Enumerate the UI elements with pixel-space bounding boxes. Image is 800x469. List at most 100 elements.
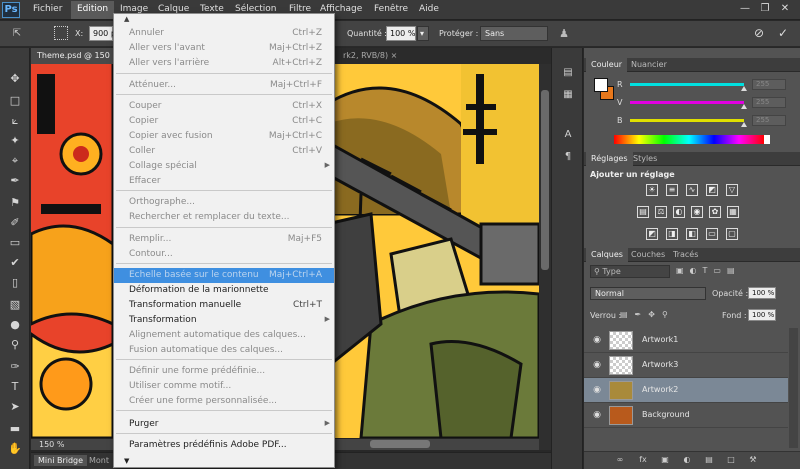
menu-item[interactable]: Annuler Ctrl+Z bbox=[114, 26, 334, 41]
tab-reglages[interactable]: Réglages bbox=[586, 152, 633, 166]
curves-icon[interactable]: ∿ bbox=[686, 184, 698, 196]
dodge-tool-icon[interactable]: ⚲ bbox=[5, 336, 25, 354]
channel-slider[interactable] bbox=[630, 119, 744, 122]
eyedropper-icon[interactable]: ✒ bbox=[5, 172, 25, 190]
menu-item[interactable]: Aller vers l'avant Maj+Ctrl+Z bbox=[114, 41, 334, 56]
new-group-icon[interactable]: ▤ bbox=[704, 455, 714, 465]
tab-couches[interactable]: Couches bbox=[626, 248, 670, 262]
menu-item[interactable]: Atténuer... Maj+Ctrl+F bbox=[114, 78, 334, 93]
new-layer-icon[interactable]: □ bbox=[726, 455, 736, 465]
menu-item[interactable]: Coller Ctrl+V bbox=[114, 144, 334, 159]
channel-value-field[interactable]: 255 bbox=[752, 79, 786, 90]
pen-tool-icon[interactable]: ✑ bbox=[5, 358, 25, 376]
vertical-scroll-thumb[interactable] bbox=[541, 90, 549, 270]
menu-item[interactable]: Copier Ctrl+C bbox=[114, 114, 334, 129]
layer-style-icon[interactable]: fx bbox=[638, 455, 648, 465]
menu-edition[interactable]: Edition bbox=[71, 1, 115, 19]
visibility-eye-icon[interactable]: ◉ bbox=[591, 410, 603, 420]
blend-mode-select[interactable]: Normal bbox=[590, 287, 706, 300]
vibrance-triangle-icon[interactable]: ▽ bbox=[726, 184, 738, 196]
channel-slider[interactable] bbox=[630, 83, 744, 86]
menu-item[interactable]: Fusion automatique des calques... bbox=[114, 343, 334, 358]
crop-tool-icon[interactable]: ⌖ bbox=[5, 152, 25, 170]
channel-slider-handle[interactable] bbox=[741, 122, 747, 127]
menu-item[interactable]: Aller vers l'arrière Alt+Ctrl+Z bbox=[114, 56, 334, 71]
photo-filter-icon[interactable]: ◉ bbox=[691, 206, 703, 218]
layer-row[interactable]: ◉ Artwork3 bbox=[584, 353, 788, 378]
channel-value-field[interactable]: 255 bbox=[752, 97, 786, 108]
menu-item[interactable]: Transformation manuelle Ctrl+T bbox=[114, 298, 334, 313]
tab-nuancier[interactable]: Nuancier bbox=[626, 58, 672, 72]
menu-fichier[interactable]: Fichier bbox=[33, 4, 62, 14]
tab-couleur[interactable]: Couleur bbox=[586, 58, 628, 72]
tab-mini-bridge[interactable]: Mini Bridge bbox=[34, 455, 88, 466]
color-spectrum-bar[interactable] bbox=[614, 135, 764, 144]
horizontal-scroll-thumb[interactable] bbox=[370, 440, 430, 448]
invert-icon[interactable]: ◩ bbox=[646, 228, 658, 240]
tab-calques[interactable]: Calques bbox=[586, 248, 628, 262]
selective-color-icon[interactable]: ▢ bbox=[726, 228, 738, 240]
menu-item[interactable]: Alignement automatique des calques... bbox=[114, 328, 334, 343]
visibility-eye-icon[interactable]: ◉ bbox=[591, 360, 603, 370]
fill-field[interactable]: 100 % bbox=[748, 309, 776, 321]
threshold-icon[interactable]: ◧ bbox=[686, 228, 698, 240]
channel-mixer-icon[interactable]: ✿ bbox=[709, 206, 721, 218]
menu-item[interactable]: Déformation de la marionnette bbox=[114, 283, 334, 298]
eraser-icon[interactable]: ▯ bbox=[5, 274, 25, 292]
protect-select[interactable]: Sans bbox=[480, 26, 548, 41]
quantity-dropdown-icon[interactable]: ▾ bbox=[417, 26, 429, 41]
tab-traces[interactable]: Tracés bbox=[668, 248, 703, 262]
menu-item[interactable]: Copier avec fusion Maj+Ctrl+C bbox=[114, 129, 334, 144]
layer-row[interactable]: ◉ Artwork2 bbox=[584, 378, 788, 403]
menu-item[interactable]: Paramètres prédéfinis Adobe PDF... bbox=[114, 438, 334, 453]
document-tab-artwork2[interactable]: rk2, RVB/8) × bbox=[337, 48, 403, 64]
black-white-icon[interactable]: ◐ bbox=[673, 206, 685, 218]
color-lookup-icon[interactable]: ▦ bbox=[727, 206, 739, 218]
layer-filter-select[interactable]: ⚲ Type bbox=[590, 265, 670, 278]
move-tool-icon[interactable]: ✥ bbox=[5, 70, 25, 88]
menu-item[interactable]: Remplir... Maj+F5 bbox=[114, 232, 334, 247]
scroll-up-arrow-icon[interactable]: ▲ bbox=[124, 15, 129, 23]
menu-item[interactable]: Définir une forme prédéfinie... bbox=[114, 364, 334, 379]
link-layers-icon[interactable]: ∞ bbox=[615, 455, 625, 465]
menu-item[interactable]: Orthographe... bbox=[114, 195, 334, 210]
path-selection-icon[interactable]: ➤ bbox=[5, 398, 25, 416]
minimize-icon[interactable]: — bbox=[738, 3, 752, 15]
menu-item[interactable]: Rechercher et remplacer du texte... bbox=[114, 210, 334, 225]
menu-item[interactable]: Couper Ctrl+X bbox=[114, 99, 334, 114]
layer-row[interactable]: ◉ Background bbox=[584, 403, 788, 428]
channel-slider[interactable] bbox=[630, 101, 744, 104]
opacity-field[interactable]: 100 % bbox=[748, 287, 776, 299]
reference-point-icon[interactable] bbox=[54, 26, 68, 40]
channel-slider-handle[interactable] bbox=[741, 104, 747, 109]
new-adjustment-icon[interactable]: ◐ bbox=[682, 455, 692, 465]
add-mask-icon[interactable]: ▣ bbox=[660, 455, 670, 465]
character-panel-icon[interactable]: A bbox=[560, 128, 576, 142]
levels-icon[interactable]: ≡ bbox=[666, 184, 678, 196]
color-balance-icon[interactable]: ⚖ bbox=[655, 206, 667, 218]
menu-item[interactable]: Créer une forme personnalisée... bbox=[114, 394, 334, 409]
cancel-transform-icon[interactable]: ⊘ bbox=[752, 26, 766, 40]
spectrum-white-swatch[interactable] bbox=[764, 135, 770, 144]
lasso-tool-icon[interactable]: ⟀ bbox=[5, 112, 25, 130]
history-panel-icon[interactable]: ▤ bbox=[560, 66, 576, 80]
menu-item[interactable]: Contour... bbox=[114, 247, 334, 262]
type-tool-icon[interactable]: T bbox=[5, 378, 25, 396]
layers-scrollbar[interactable] bbox=[789, 328, 798, 448]
layer-filter-icons[interactable]: ▣◐T▭▤ bbox=[676, 266, 776, 278]
quantity-field[interactable]: 100 % bbox=[386, 26, 416, 41]
tab-styles[interactable]: Styles bbox=[628, 152, 662, 166]
person-icon[interactable]: ♟ bbox=[558, 27, 570, 41]
menu-item[interactable]: Transformation ▶ bbox=[114, 313, 334, 328]
shape-tool-icon[interactable]: ▬ bbox=[5, 420, 25, 438]
menu-fenetre[interactable]: Fenêtre bbox=[374, 4, 408, 14]
tab-montage[interactable]: Mont bbox=[89, 456, 109, 465]
zoom-level[interactable]: 150 % bbox=[39, 440, 64, 449]
brush-tool-icon[interactable]: ✐ bbox=[5, 214, 25, 232]
commit-transform-icon[interactable]: ✓ bbox=[776, 26, 790, 40]
healing-brush-icon[interactable]: ⚑ bbox=[5, 194, 25, 212]
visibility-eye-icon[interactable]: ◉ bbox=[591, 385, 603, 395]
channel-slider-handle[interactable] bbox=[741, 86, 747, 91]
exposure-icon[interactable]: ◩ bbox=[706, 184, 718, 196]
menu-item[interactable]: Echelle basée sur le contenu Maj+Ctrl+A bbox=[114, 268, 334, 283]
